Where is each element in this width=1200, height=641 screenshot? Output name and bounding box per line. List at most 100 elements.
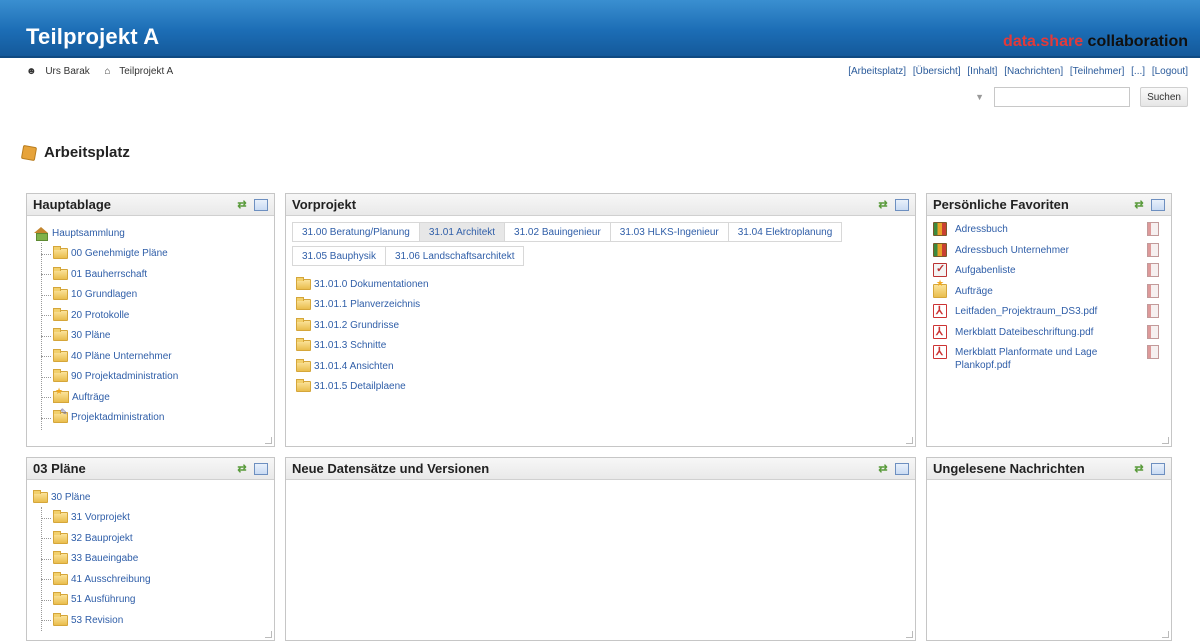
panel-plaene: 03 Pläne ⇄ 30 Pläne 31 Vorprojekt 32 Bau… [26,457,275,641]
nav-uebersicht[interactable]: [Übersicht] [913,66,961,77]
tree-item[interactable]: 32 Bauprojekt [33,528,274,549]
window-icon[interactable] [1151,198,1165,211]
panel-header: Vorprojekt ⇄ [286,194,915,216]
tree-item[interactable]: Projektadministration [33,407,274,429]
tab-landschaftsarchitekt[interactable]: 31.06 Landschaftsarchitekt [384,246,525,266]
folder-icon [53,348,68,362]
note-icon[interactable] [1147,242,1159,257]
tree-item[interactable]: 30 Pläne [33,326,274,347]
refresh-icon[interactable]: ⇄ [1133,463,1145,475]
panel-header: Ungelesene Nachrichten ⇄ [927,458,1171,480]
tree-item[interactable]: 90 Projektadministration [33,367,274,388]
resize-handle[interactable] [1162,631,1169,638]
list-item[interactable]: 31.01.3 Schnitte [296,336,915,357]
panel-favoriten: Persönliche Favoriten ⇄ Adressbuch Adres… [926,193,1172,447]
nav-more[interactable]: [...] [1131,66,1145,77]
window-icon[interactable] [895,198,909,211]
nav-inhalt[interactable]: [Inhalt] [967,66,997,77]
tree-item-label: 53 Revision [71,614,124,626]
tree-item[interactable]: 33 Baueingabe [33,549,274,570]
user-icon: ☻ [26,66,37,77]
tree-item[interactable]: 41 Ausschreibung [33,569,274,590]
panel-hauptablage: Hauptablage ⇄ Hauptsammlung 00 Genehmigt… [26,193,275,447]
resize-handle[interactable] [906,437,913,444]
note-icon[interactable] [1147,345,1159,359]
page-title: Arbeitsplatz [44,144,130,161]
note-icon[interactable] [1147,324,1159,339]
list-item[interactable]: 31.01.1 Planverzeichnis [296,295,915,316]
panel-vorprojekt: Vorprojekt ⇄ 31.00 Beratung/Planung 31.0… [285,193,916,447]
refresh-icon[interactable]: ⇄ [877,199,889,211]
tree-item[interactable]: 31 Vorprojekt [33,508,274,529]
list-item[interactable]: 31.01.4 Ansichten [296,356,915,377]
nav-nachrichten[interactable]: [Nachrichten] [1004,66,1063,77]
folder-icon [296,276,311,290]
tab-bar: 31.00 Beratung/Planung 31.01 Architekt 3… [286,216,915,266]
list-item-label: 31.01.3 Schnitte [314,340,387,352]
note-icon[interactable] [1147,222,1159,236]
tree-item[interactable]: 01 Bauherrschaft [33,264,274,285]
search-input[interactable] [994,87,1131,107]
search-options-icon[interactable]: ▼ [975,92,984,102]
tree-item[interactable]: 40 Pläne Unternehmer [33,346,274,367]
favorite-label: Aufgabenliste [955,265,1016,276]
window-icon[interactable] [254,198,268,211]
tree-item[interactable]: 20 Protokolle [33,305,274,326]
user-link[interactable]: ☻ Urs Barak [26,66,99,77]
tree-item[interactable]: 10 Grundlagen [33,285,274,306]
tab-beratung-planung[interactable]: 31.00 Beratung/Planung [292,222,420,242]
tree-item[interactable]: 53 Revision [33,610,274,631]
tab-hlks-ingenieur[interactable]: 31.03 HLKS-Ingenieur [609,222,729,242]
note-icon[interactable] [1147,283,1159,298]
favorite-item[interactable]: Adressbuch Unternehmer [933,242,1165,264]
favorite-item[interactable]: Leitfaden_Projektraum_DS3.pdf [933,304,1165,325]
refresh-icon[interactable]: ⇄ [877,463,889,475]
admin-folder-icon [53,407,68,424]
tab-bauphysik[interactable]: 31.05 Bauphysik [292,246,386,266]
favorite-item[interactable]: Aufgabenliste [933,262,1165,284]
tree-item-label: 01 Bauherrschaft [71,268,148,280]
window-icon[interactable] [254,462,268,475]
tab-bauingenieur[interactable]: 31.02 Bauingenieur [504,222,611,242]
refresh-icon[interactable]: ⇄ [1133,199,1145,211]
tab-elektroplanung[interactable]: 31.04 Elektroplanung [727,222,843,242]
tree-item[interactable]: 00 Genehmigte Pläne [33,244,274,265]
favorite-item[interactable]: Merkblatt Dateibeschriftung.pdf [933,324,1165,346]
note-icon[interactable] [1147,304,1159,318]
tree-root[interactable]: Hauptsammlung [33,223,274,244]
home-icon: ⌂ [104,66,111,77]
tree-item[interactable]: 51 Ausführung [33,590,274,611]
list-item[interactable]: 31.01.5 Detailplaene [296,377,915,398]
resize-handle[interactable] [265,631,272,638]
tab-architekt[interactable]: 31.01 Architekt [418,222,506,242]
tree-root[interactable]: 30 Pläne [33,487,274,508]
nav-arbeitsplatz[interactable]: [Arbeitsplatz] [848,66,906,77]
refresh-icon[interactable]: ⇄ [236,463,248,475]
project-link[interactable]: ⌂ Teilprojekt A [105,66,180,77]
window-icon[interactable] [895,462,909,475]
list-item[interactable]: 31.01.2 Grundrisse [296,315,915,336]
list-item-label: 31.01.4 Ansichten [314,360,394,372]
favorite-item[interactable]: Merkblatt Planformate und Lage Plankopf.… [933,345,1165,372]
refresh-icon[interactable]: ⇄ [236,199,248,211]
nav-teilnehmer[interactable]: [Teilnehmer] [1070,66,1124,77]
breadcrumb: ☻ Urs Barak ⌂ Teilprojekt A [26,66,185,77]
project-name: Teilprojekt A [119,66,174,77]
window-icon[interactable] [1151,462,1165,475]
pdf-icon [933,324,947,339]
list-item[interactable]: 31.01.0 Dokumentationen [296,274,915,295]
resize-handle[interactable] [1162,437,1169,444]
nav-logout[interactable]: [Logout] [1152,66,1188,77]
folder-icon [296,338,311,352]
tree-item[interactable]: Aufträge [33,386,274,408]
favorite-item[interactable]: Aufträge [933,278,1165,305]
favorite-label: Merkblatt Planformate und Lage Plankopf.… [955,347,1098,371]
note-icon[interactable] [1147,263,1159,277]
star-folder-icon [53,386,69,404]
favorite-item[interactable]: Adressbuch [933,222,1165,243]
resize-handle[interactable] [265,437,272,444]
task-list-icon [933,262,947,277]
search-button[interactable]: Suchen [1140,87,1188,107]
resize-handle[interactable] [906,631,913,638]
folder-icon [296,358,311,372]
